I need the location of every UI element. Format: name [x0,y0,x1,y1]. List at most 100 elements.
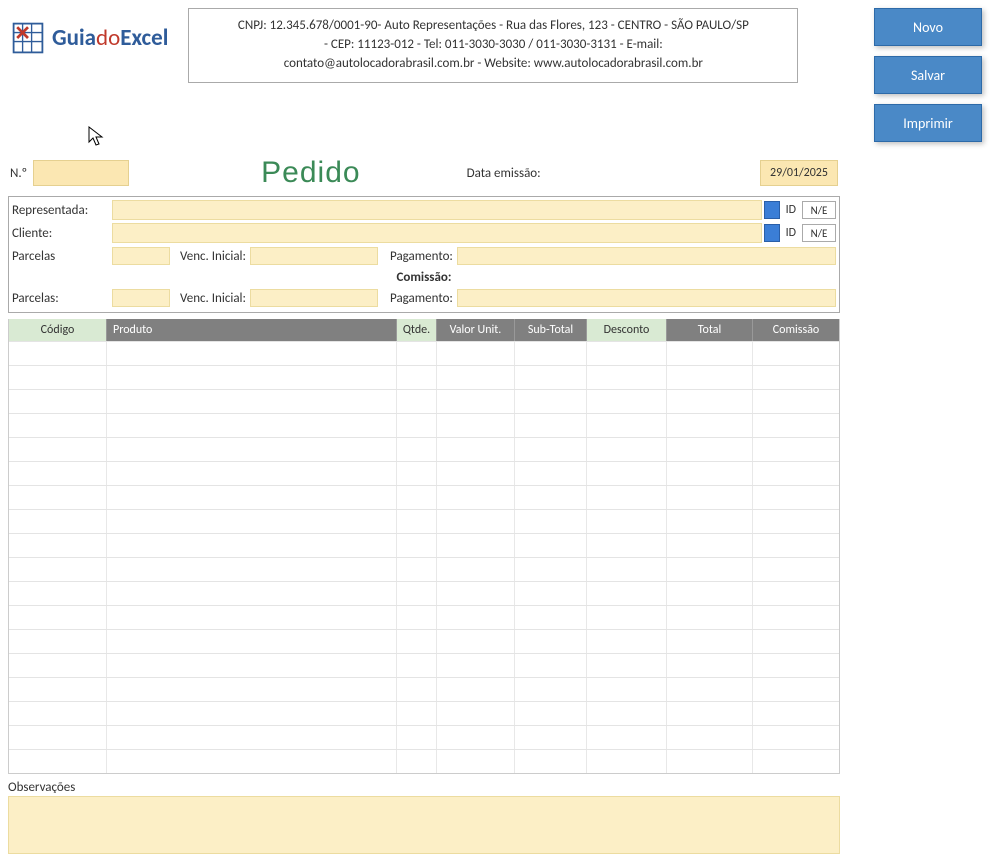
table-row[interactable] [9,437,839,461]
table-row[interactable] [9,581,839,605]
table-cell[interactable] [9,366,107,389]
table-cell[interactable] [753,486,839,509]
salvar-button[interactable]: Salvar [874,56,982,94]
table-cell[interactable] [667,582,753,605]
table-cell[interactable] [397,606,437,629]
table-cell[interactable] [107,678,397,701]
table-cell[interactable] [587,582,667,605]
table-cell[interactable] [515,366,587,389]
table-cell[interactable] [397,390,437,413]
table-cell[interactable] [753,630,839,653]
table-row[interactable] [9,605,839,629]
table-cell[interactable] [587,342,667,365]
table-cell[interactable] [397,558,437,581]
table-cell[interactable] [9,486,107,509]
table-row[interactable] [9,365,839,389]
table-cell[interactable] [397,678,437,701]
table-cell[interactable] [9,750,107,773]
table-cell[interactable] [667,414,753,437]
table-cell[interactable] [9,678,107,701]
table-cell[interactable] [515,582,587,605]
table-cell[interactable] [515,726,587,749]
table-cell[interactable] [515,390,587,413]
table-cell[interactable] [667,606,753,629]
table-cell[interactable] [107,630,397,653]
table-cell[interactable] [397,510,437,533]
table-cell[interactable] [9,510,107,533]
table-cell[interactable] [437,462,515,485]
table-cell[interactable] [397,654,437,677]
table-cell[interactable] [437,486,515,509]
table-cell[interactable] [9,414,107,437]
table-cell[interactable] [437,366,515,389]
table-cell[interactable] [437,558,515,581]
table-cell[interactable] [753,726,839,749]
table-cell[interactable] [753,606,839,629]
table-cell[interactable] [397,702,437,725]
table-cell[interactable] [437,414,515,437]
table-cell[interactable] [107,342,397,365]
table-cell[interactable] [753,414,839,437]
table-cell[interactable] [437,678,515,701]
table-cell[interactable] [9,654,107,677]
table-row[interactable] [9,701,839,725]
table-cell[interactable] [397,726,437,749]
table-cell[interactable] [753,390,839,413]
numero-input[interactable] [33,160,129,186]
table-cell[interactable] [587,630,667,653]
table-cell[interactable] [437,342,515,365]
table-row[interactable] [9,677,839,701]
table-cell[interactable] [667,726,753,749]
table-cell[interactable] [9,582,107,605]
cliente-input[interactable] [112,223,762,243]
table-cell[interactable] [667,438,753,461]
table-cell[interactable] [397,462,437,485]
table-cell[interactable] [515,630,587,653]
table-cell[interactable] [515,558,587,581]
table-cell[interactable] [9,558,107,581]
table-cell[interactable] [107,654,397,677]
table-cell[interactable] [397,630,437,653]
table-row[interactable] [9,389,839,413]
table-cell[interactable] [107,486,397,509]
table-row[interactable] [9,749,839,773]
table-cell[interactable] [587,558,667,581]
table-cell[interactable] [667,630,753,653]
table-cell[interactable] [753,534,839,557]
table-cell[interactable] [515,438,587,461]
table-cell[interactable] [397,582,437,605]
table-cell[interactable] [753,366,839,389]
table-cell[interactable] [587,654,667,677]
table-cell[interactable] [587,438,667,461]
table-cell[interactable] [107,414,397,437]
table-cell[interactable] [9,726,107,749]
table-row[interactable] [9,509,839,533]
table-cell[interactable] [437,750,515,773]
table-cell[interactable] [437,606,515,629]
table-cell[interactable] [753,582,839,605]
table-cell[interactable] [515,510,587,533]
table-cell[interactable] [753,654,839,677]
table-cell[interactable] [667,462,753,485]
table-cell[interactable] [753,558,839,581]
table-row[interactable] [9,461,839,485]
table-cell[interactable] [587,390,667,413]
table-cell[interactable] [667,678,753,701]
table-cell[interactable] [107,438,397,461]
table-cell[interactable] [515,462,587,485]
table-cell[interactable] [437,726,515,749]
table-cell[interactable] [437,390,515,413]
table-cell[interactable] [587,726,667,749]
table-cell[interactable] [753,702,839,725]
table-cell[interactable] [397,750,437,773]
table-row[interactable] [9,533,839,557]
table-cell[interactable] [515,414,587,437]
table-cell[interactable] [667,558,753,581]
table-cell[interactable] [515,654,587,677]
table-cell[interactable] [515,486,587,509]
date-value[interactable]: 29/01/2025 [760,160,838,186]
table-cell[interactable] [437,534,515,557]
table-cell[interactable] [515,534,587,557]
table-cell[interactable] [753,750,839,773]
table-cell[interactable] [667,390,753,413]
